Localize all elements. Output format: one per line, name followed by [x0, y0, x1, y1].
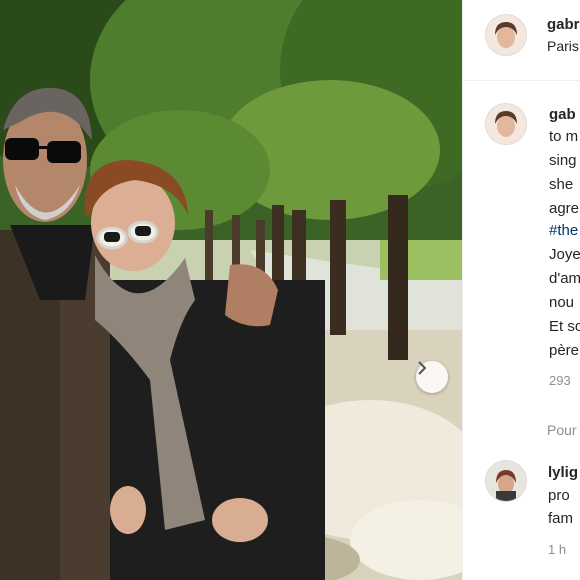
header-location[interactable]: Paris	[547, 38, 579, 54]
avatar-image	[486, 104, 526, 144]
caption-line: to m	[549, 128, 579, 145]
comment-line: pro	[548, 487, 570, 504]
caption-line: Et so	[549, 318, 580, 335]
header-divider	[463, 80, 580, 81]
commenter-username[interactable]: lylig	[548, 464, 578, 481]
caption-username[interactable]: gab	[549, 106, 576, 123]
header-username[interactable]: gabr	[547, 16, 580, 33]
comment-line: fam	[548, 510, 574, 527]
caption-line: agre	[549, 200, 580, 217]
caption-hashtag[interactable]: #the	[549, 222, 578, 239]
post-sidebar: gabr Paris gab to m sing she agre #the J…	[463, 0, 580, 580]
caption-avatar[interactable]	[485, 103, 527, 145]
avatar-image	[486, 461, 526, 501]
avatar-image	[486, 15, 526, 55]
next-photo-button[interactable]	[416, 361, 448, 393]
view-replies-link[interactable]: Pour	[547, 422, 577, 438]
caption-line: sing	[549, 152, 577, 169]
photo-illustration	[0, 0, 462, 580]
chevron-right-icon	[418, 361, 427, 375]
author-avatar[interactable]	[485, 14, 527, 56]
caption-line: père	[549, 342, 580, 359]
caption-line: she	[549, 176, 574, 193]
caption-line: nou	[549, 294, 575, 311]
post-photo[interactable]	[0, 0, 462, 580]
caption-meta: 293	[549, 373, 571, 388]
caption-line: Joye	[549, 246, 580, 263]
commenter-avatar[interactable]	[485, 460, 527, 502]
comment-time: 1 h	[548, 542, 567, 557]
caption-line: d'am	[549, 270, 580, 287]
